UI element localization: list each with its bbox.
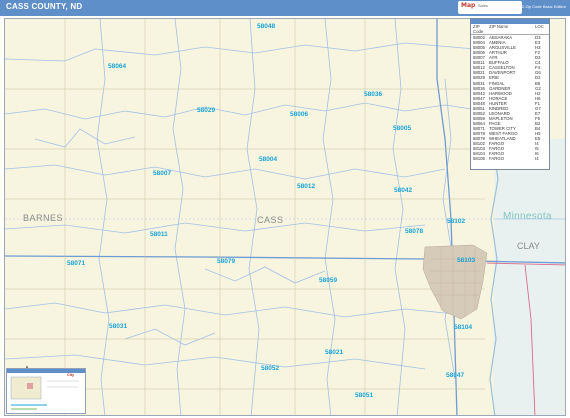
brand-logo-sub: Sales [478,3,489,8]
legend-row: 58105 FARGO I4 [471,156,549,161]
fargo-urban-area [422,244,488,320]
brand-logo: Map Sales [458,1,522,14]
legend-col-name: ZIP Name [489,24,509,29]
map-title: CASS COUNTY, ND [6,2,83,11]
county-label-cass: CASS [257,215,284,225]
legend-col-zip: ZIP Code [473,24,484,35]
zip-label: 58048 [257,23,276,30]
county-label-barnes: BARNES [23,213,64,223]
inset-locator-map: City [6,368,86,414]
zip-label: 58102 [447,218,466,225]
zip-label: 58004 [259,156,278,163]
zip-label: 58029 [197,107,216,114]
zip-label: 58021 [325,349,344,356]
legend-zip: 58105 [473,156,485,162]
inset-svg [10,376,79,410]
zip-label: 58078 [405,228,424,235]
title-bar: CASS COUNTY, ND Map Sales ND Zip Code Ba… [0,0,570,16]
roads [5,19,485,415]
state-label-minnesota: Minnesota [503,211,552,222]
zip-label: 58104 [454,324,473,331]
zip-label: 58011 [150,231,168,238]
legend-name: FARGO [489,156,505,162]
zip-label: 58079 [217,258,236,265]
legend-col-loc: LOC [535,24,544,29]
county-label-clay: CLAY [517,241,540,251]
zip-label: 58052 [261,365,280,372]
edition-label: ND Zip Code Basic Edition [518,4,566,9]
zip-label: 58036 [364,91,383,98]
zip-label: 58071 [67,260,86,267]
brand-logo-text: Map [461,2,476,9]
zip-label: 58042 [394,187,413,194]
zip-label: 58059 [319,277,338,284]
legend-rows: 58002 ABSARAKA D3 58004 AMENIA E3 58005 ARGUSVI… [471,35,549,161]
legend-loc: I4 [535,156,539,162]
zip-label: 58005 [393,125,412,132]
zip-label: 58012 [297,183,316,190]
zip-label: 58103 [457,257,476,264]
zip-label: 58007 [153,170,172,177]
zip-label: 58031 [109,323,128,330]
zip-label: 58064 [108,63,127,70]
zip-legend-table: ZIP Code ZIP Name LOC 58002 ABSARAKA D3 580… [470,18,550,170]
zip-boundaries [5,19,486,415]
zip-label: 58051 [355,392,374,399]
zip-label: 58006 [290,111,309,118]
legend-column-headers: ZIP Code ZIP Name LOC [471,24,549,36]
inset-brand: City [67,373,75,377]
zip-label: 58047 [446,372,465,379]
minnesota-area [493,139,565,415]
